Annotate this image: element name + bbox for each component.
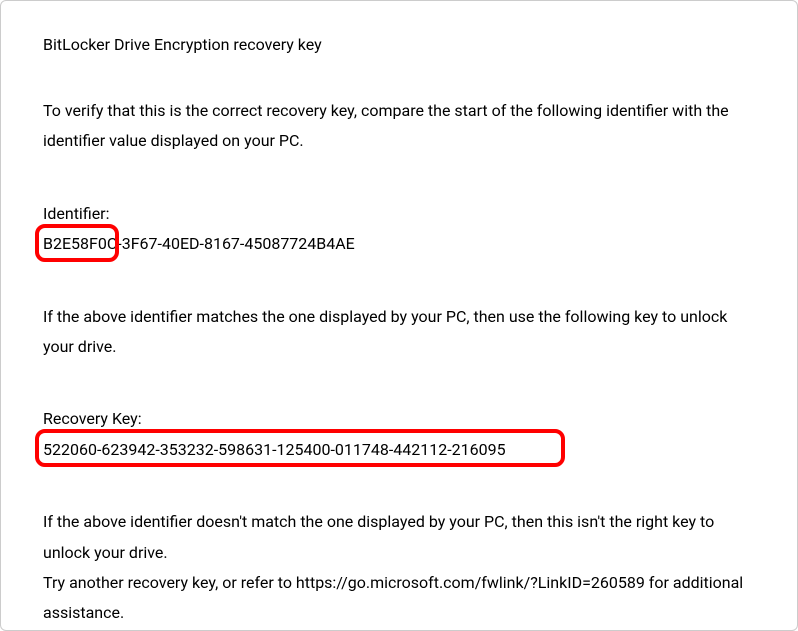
no-match-paragraph-2: Try another recovery key, or refer to ht… (43, 568, 755, 629)
identifier-section: Identifier: B2E58F0C-3F67-40ED-8167-4508… (43, 199, 755, 260)
identifier-value: B2E58F0C-3F67-40ED-8167-45087724B4AE (43, 229, 355, 259)
document-container: BitLocker Drive Encryption recovery key … (0, 0, 798, 631)
recovery-key-section: Recovery Key: 522060-623942-353232-59863… (43, 404, 755, 465)
no-match-paragraph-1: If the above identifier doesn't match th… (43, 507, 755, 568)
identifier-label: Identifier: (43, 199, 755, 229)
recovery-key-label: Recovery Key: (43, 404, 755, 434)
match-instruction-paragraph: If the above identifier matches the one … (43, 302, 755, 363)
document-title: BitLocker Drive Encryption recovery key (43, 35, 755, 54)
recovery-key-value: 522060-623942-353232-598631-125400-01174… (43, 435, 506, 465)
intro-paragraph: To verify that this is the correct recov… (43, 96, 755, 157)
